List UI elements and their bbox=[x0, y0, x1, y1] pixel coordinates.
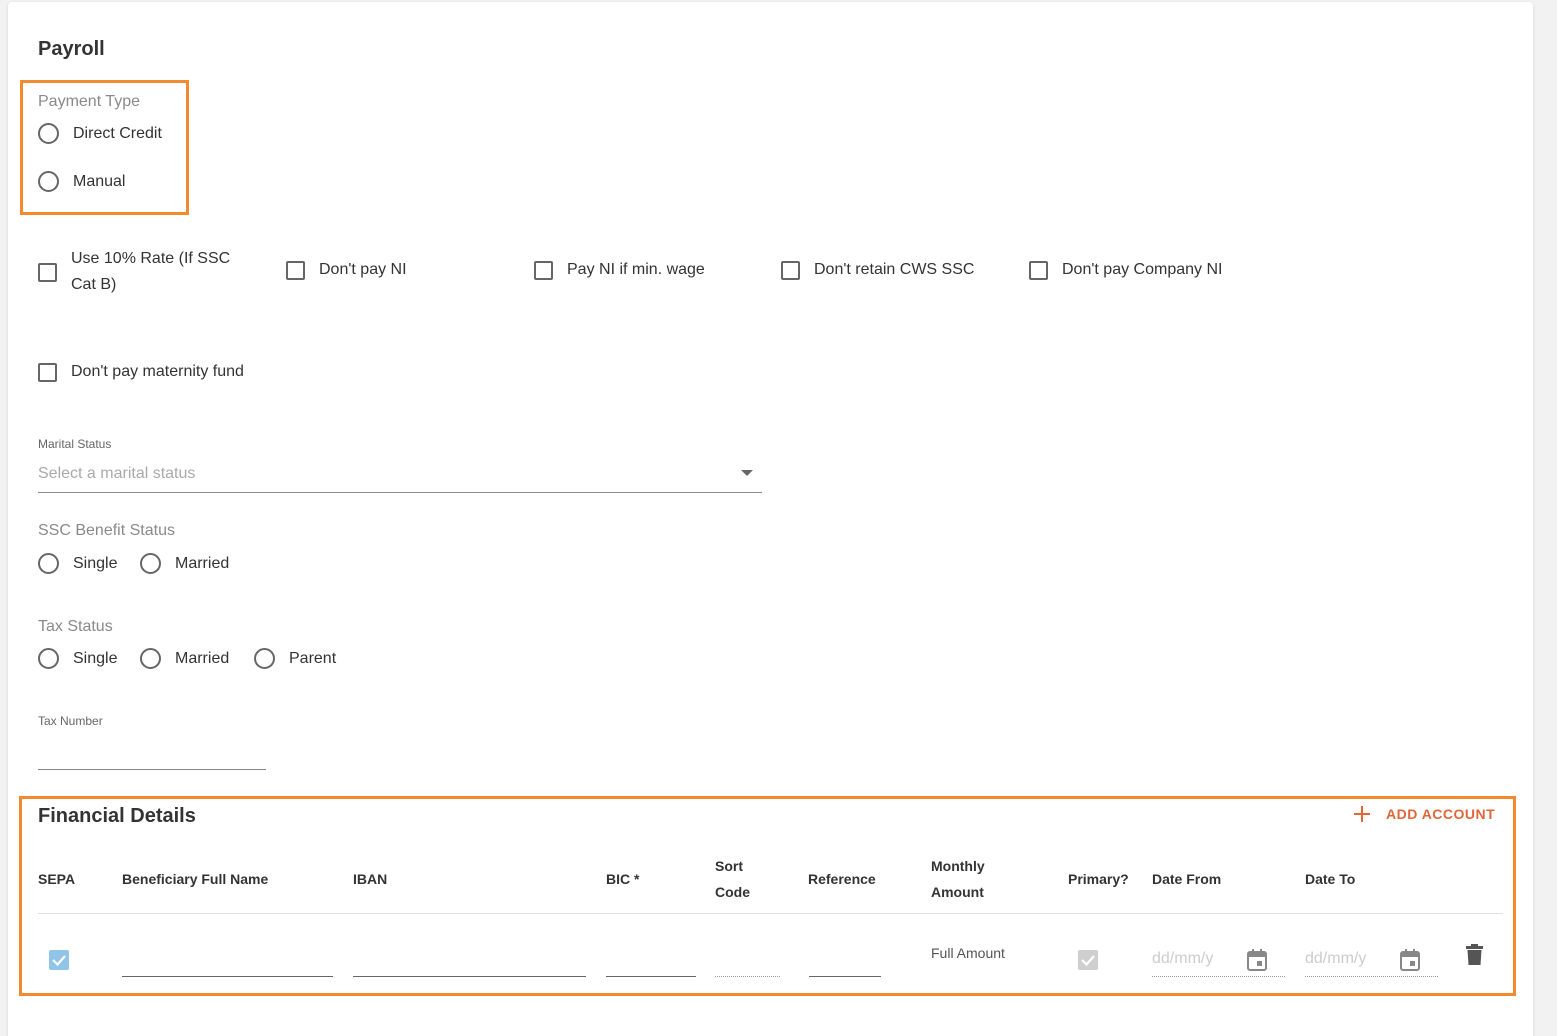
date-to-input[interactable]: dd/mm/y bbox=[1305, 947, 1438, 977]
checkbox-icon bbox=[534, 260, 553, 280]
col-iban: IBAN bbox=[353, 871, 388, 887]
col-monthly-amount-line2: Amount bbox=[931, 884, 984, 900]
sort-code-input[interactable] bbox=[715, 976, 780, 977]
radio-ssc-married[interactable]: Married bbox=[140, 553, 229, 574]
radio-circle-icon bbox=[254, 648, 275, 669]
primary-checkbox[interactable] bbox=[1078, 950, 1098, 970]
checkbox-icon bbox=[1029, 260, 1048, 280]
date-from-underline bbox=[1152, 976, 1285, 977]
check-icon bbox=[52, 955, 66, 967]
checkbox-label: Don't pay NI bbox=[319, 261, 407, 278]
checkbox-icon bbox=[38, 262, 57, 282]
col-primary: Primary? bbox=[1068, 871, 1129, 887]
col-bic: BIC * bbox=[606, 871, 640, 887]
checkbox-label: Pay NI if min. wage bbox=[567, 261, 705, 278]
checkbox-label: Use 10% Rate (If SSC Cat B) bbox=[71, 250, 231, 293]
col-sepa: SEPA bbox=[38, 871, 76, 887]
checkbox-label: Don't pay Company NI bbox=[1062, 261, 1223, 278]
checkbox-label: Don't pay maternity fund bbox=[71, 363, 244, 380]
col-date-from: Date From bbox=[1152, 871, 1222, 887]
radio-label: Manual bbox=[73, 172, 126, 190]
radio-circle-icon bbox=[38, 553, 59, 574]
radio-ssc-single[interactable]: Single bbox=[38, 553, 117, 574]
radio-circle-icon bbox=[38, 648, 59, 669]
checkbox-dont-pay-ni[interactable]: Don't pay NI bbox=[286, 257, 407, 283]
chevron-down-icon bbox=[741, 470, 753, 476]
checkbox-icon bbox=[781, 260, 800, 280]
tax-status-label: Tax Status bbox=[38, 618, 113, 635]
trash-icon[interactable] bbox=[1466, 944, 1483, 965]
radio-circle-icon bbox=[140, 648, 161, 669]
marital-status-select[interactable]: Select a marital status bbox=[38, 458, 762, 493]
add-account-button[interactable]: ADD ACCOUNT bbox=[1353, 805, 1495, 823]
radio-label: Married bbox=[175, 649, 230, 667]
calendar-icon[interactable] bbox=[1400, 949, 1420, 971]
col-date-to: Date To bbox=[1305, 871, 1356, 887]
checkbox-dont-retain-cws-ssc[interactable]: Don't retain CWS SSC bbox=[781, 257, 974, 283]
radio-label: Single bbox=[73, 554, 118, 572]
payroll-title: Payroll bbox=[38, 38, 105, 60]
checkbox-pay-ni-min-wage[interactable]: Pay NI if min. wage bbox=[534, 257, 705, 283]
radio-label: Direct Credit bbox=[73, 124, 162, 142]
checkbox-icon bbox=[286, 260, 305, 280]
checkbox-dont-pay-maternity-fund[interactable]: Don't pay maternity fund bbox=[38, 359, 244, 385]
sepa-checkbox[interactable] bbox=[49, 950, 69, 970]
tax-number-input[interactable] bbox=[38, 735, 266, 770]
col-beneficiary: Beneficiary Full Name bbox=[122, 871, 269, 887]
col-sort-code-line1: Sort bbox=[715, 858, 743, 874]
ssc-benefit-status-label: SSC Benefit Status bbox=[38, 522, 175, 539]
radio-label: Parent bbox=[289, 649, 337, 667]
checkbox-use-10-rate[interactable]: Use 10% Rate (If SSC Cat B) bbox=[38, 246, 248, 298]
radio-circle-icon bbox=[38, 171, 59, 192]
checkbox-label: Don't retain CWS SSC bbox=[814, 261, 975, 278]
plus-icon bbox=[1354, 806, 1370, 822]
beneficiary-input[interactable] bbox=[122, 976, 333, 977]
table-header-divider bbox=[38, 913, 1503, 914]
radio-tax-married[interactable]: Married bbox=[140, 648, 229, 669]
radio-tax-single[interactable]: Single bbox=[38, 648, 117, 669]
radio-tax-parent[interactable]: Parent bbox=[254, 648, 336, 669]
marital-status-placeholder: Select a marital status bbox=[38, 465, 196, 482]
check-icon bbox=[1081, 955, 1095, 967]
date-from-input[interactable]: dd/mm/y bbox=[1152, 947, 1285, 977]
checkbox-icon bbox=[38, 362, 57, 382]
col-sort-code-line2: Code bbox=[715, 884, 750, 900]
monthly-amount-value: Full Amount bbox=[931, 945, 1005, 961]
calendar-icon[interactable] bbox=[1247, 949, 1267, 971]
radio-circle-icon bbox=[140, 553, 161, 574]
col-monthly-amount-line1: Monthly bbox=[931, 858, 985, 874]
bic-input[interactable] bbox=[606, 976, 696, 977]
col-reference: Reference bbox=[808, 871, 876, 887]
radio-label: Married bbox=[175, 554, 230, 572]
radio-direct-credit[interactable]: Direct Credit bbox=[38, 123, 162, 144]
checkbox-dont-pay-company-ni[interactable]: Don't pay Company NI bbox=[1029, 257, 1222, 283]
date-to-underline bbox=[1305, 976, 1438, 977]
tax-number-label: Tax Number bbox=[38, 714, 103, 728]
marital-status-label: Marital Status bbox=[38, 437, 112, 451]
financial-details-title: Financial Details bbox=[38, 805, 196, 827]
reference-input[interactable] bbox=[809, 976, 881, 977]
radio-label: Single bbox=[73, 649, 118, 667]
col-monthly-amount: Monthly Amount bbox=[931, 853, 985, 905]
radio-circle-icon bbox=[38, 123, 59, 144]
date-from-placeholder: dd/mm/y bbox=[1152, 950, 1214, 967]
iban-input[interactable] bbox=[353, 976, 586, 977]
date-to-placeholder: dd/mm/y bbox=[1305, 950, 1367, 967]
col-sort-code: Sort Code bbox=[715, 853, 750, 905]
radio-manual[interactable]: Manual bbox=[38, 171, 125, 192]
add-account-label: ADD ACCOUNT bbox=[1386, 806, 1496, 822]
payment-type-label: Payment Type bbox=[38, 93, 140, 110]
